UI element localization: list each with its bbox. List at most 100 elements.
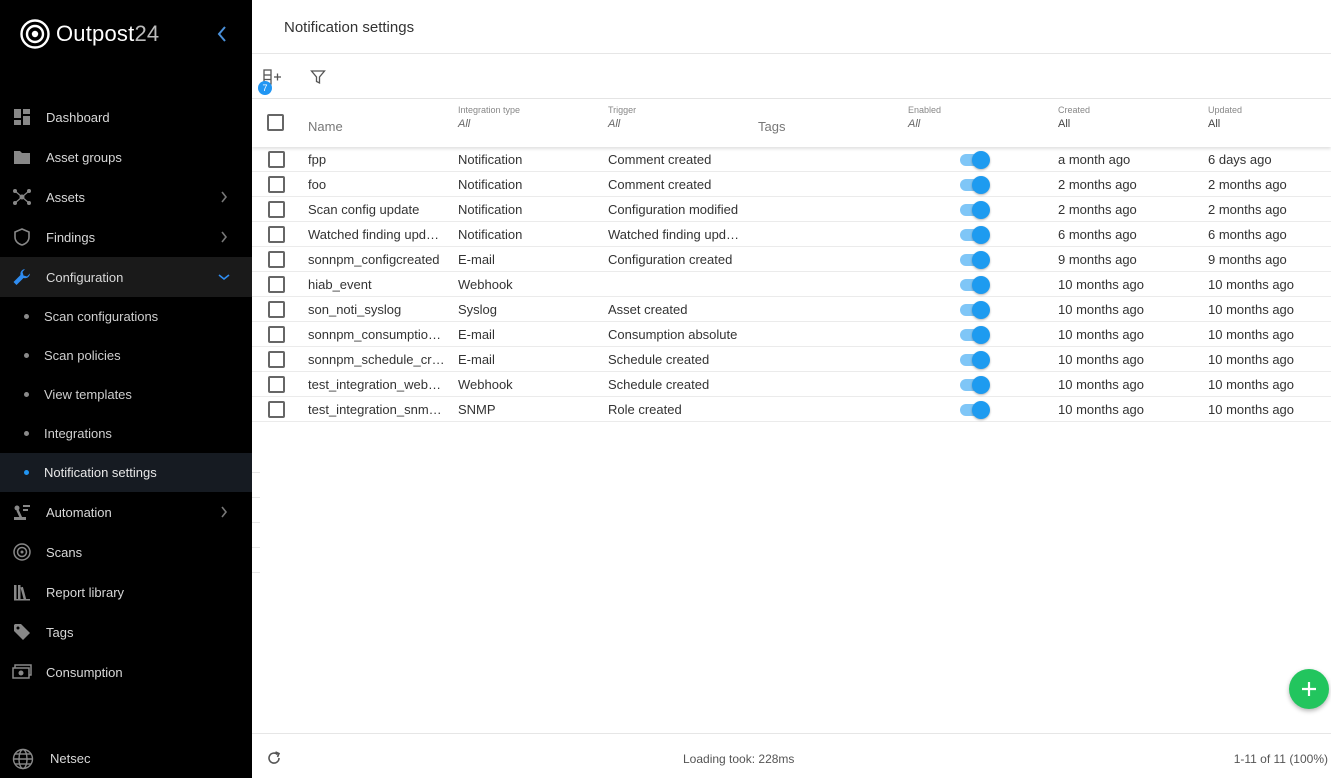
enabled-toggle[interactable] (960, 275, 990, 294)
bullet-icon (24, 314, 29, 319)
sidebar-subitem-scan-policies[interactable]: Scan policies (0, 336, 252, 375)
sidebar-item-findings[interactable]: Findings (0, 217, 252, 257)
sidebar-item-automation[interactable]: Automation (0, 492, 252, 532)
row-checkbox[interactable] (268, 176, 285, 193)
sidebar-subitem-scan-configurations[interactable]: Scan configurations (0, 297, 252, 336)
refresh-icon (268, 751, 281, 764)
enabled-toggle[interactable] (960, 150, 990, 169)
enabled-toggle[interactable] (960, 350, 990, 369)
column-header-trigger[interactable]: Trigger All (608, 105, 636, 130)
table-row[interactable]: sonnpm_configcreated E-mail Configuratio… (252, 247, 1331, 272)
cell-updated: 2 months ago (1208, 202, 1287, 217)
sidebar-item-label: Netsec (50, 750, 91, 766)
enabled-toggle[interactable] (960, 250, 990, 269)
cell-name: fpp (308, 152, 327, 167)
enabled-filter[interactable]: All (908, 118, 941, 130)
refresh-button[interactable] (265, 749, 283, 767)
enabled-toggle[interactable] (960, 300, 990, 319)
row-checkbox[interactable] (268, 401, 285, 418)
row-checkbox[interactable] (268, 276, 285, 293)
cell-created: 10 months ago (1058, 327, 1145, 342)
brand-logo[interactable]: Outpost24 (20, 18, 159, 50)
cell-name: test_integration_web… (308, 377, 441, 392)
sidebar-item-report-library[interactable]: Report library (0, 572, 252, 612)
sidebar-item-tags[interactable]: Tags (0, 612, 252, 652)
table-row[interactable]: fpp Notification Comment created a month… (252, 147, 1331, 172)
enabled-toggle[interactable] (960, 225, 990, 244)
row-checkbox[interactable] (268, 301, 285, 318)
enabled-toggle[interactable] (960, 325, 990, 344)
integration-type-filter[interactable]: All (458, 118, 520, 130)
column-header-integration-type[interactable]: Integration type All (458, 105, 520, 130)
table-row[interactable]: Scan config update Notification Configur… (252, 197, 1331, 222)
brand-name: Outpost24 (56, 21, 160, 46)
enabled-toggle[interactable] (960, 175, 990, 194)
chevron-down-icon (216, 269, 232, 285)
cell-trigger: Asset created (608, 302, 688, 317)
cell-integration-type: Webhook (458, 377, 513, 392)
created-filter[interactable]: All (1058, 118, 1090, 130)
trigger-filter[interactable]: All (608, 118, 636, 130)
table-row[interactable]: test_integration_web… Webhook Schedule c… (252, 372, 1331, 397)
sidebar-item-consumption[interactable]: Consumption (0, 652, 252, 692)
wrench-icon (12, 267, 32, 287)
cell-updated: 6 months ago (1208, 227, 1287, 242)
table-row[interactable]: sonnpm_schedule_cr… E-mail Schedule crea… (252, 347, 1331, 372)
column-header-updated[interactable]: Updated All (1208, 105, 1242, 130)
sidebar-subitem-notification-settings[interactable]: Notification settings (0, 453, 252, 492)
column-header-enabled[interactable]: Enabled All (908, 105, 941, 130)
cell-created: 10 months ago (1058, 352, 1145, 367)
enabled-toggle[interactable] (960, 200, 990, 219)
select-all-checkbox[interactable] (267, 114, 284, 131)
sidebar-item-dashboard[interactable]: Dashboard (0, 97, 252, 137)
table-row[interactable]: sonnpm_consumptio… E-mail Consumption ab… (252, 322, 1331, 347)
column-header-created[interactable]: Created All (1058, 105, 1090, 130)
cell-updated: 10 months ago (1208, 402, 1295, 417)
row-checkbox[interactable] (268, 226, 285, 243)
sidebar-item-netsec[interactable]: Netsec (0, 738, 252, 778)
column-header-tags[interactable]: Tags (758, 119, 785, 134)
sidebar-item-label: Tags (46, 624, 74, 640)
header: Notification settings (252, 0, 1331, 54)
cell-updated: 10 months ago (1208, 377, 1295, 392)
row-checkbox[interactable] (268, 151, 285, 168)
table-row[interactable]: hiab_event Webhook 10 months ago 10 mont… (252, 272, 1331, 297)
cell-created: 9 months ago (1058, 252, 1137, 267)
collapse-sidebar-button[interactable] (212, 24, 232, 44)
cell-updated: 10 months ago (1208, 327, 1295, 342)
sidebar-subitem-view-templates[interactable]: View templates (0, 375, 252, 414)
enabled-toggle[interactable] (960, 375, 990, 394)
sidebar-item-asset-groups[interactable]: Asset groups (0, 137, 252, 177)
table-row[interactable]: Watched finding upd… Notification Watche… (252, 222, 1331, 247)
cell-integration-type: E-mail (458, 327, 495, 342)
cell-integration-type: Notification (458, 202, 523, 217)
row-checkbox[interactable] (268, 251, 285, 268)
dashboard-icon (12, 107, 32, 127)
sidebar-item-scans[interactable]: Scans (0, 532, 252, 572)
sidebar-subitem-integrations[interactable]: Integrations (0, 414, 252, 453)
cell-created: 10 months ago (1058, 277, 1145, 292)
row-checkbox[interactable] (268, 326, 285, 343)
sidebar-item-assets[interactable]: Assets (0, 177, 252, 217)
money-icon (12, 662, 32, 682)
table-row[interactable]: test_integration_snm… SNMP Role created … (252, 397, 1331, 422)
cell-name: sonnpm_consumptio… (308, 327, 441, 342)
updated-filter[interactable]: All (1208, 118, 1242, 130)
add-notification-button[interactable] (1289, 669, 1329, 709)
enabled-toggle[interactable] (960, 400, 990, 419)
column-header-name[interactable]: Name (308, 119, 343, 134)
filter-button[interactable] (307, 66, 329, 88)
row-checkbox[interactable] (268, 201, 285, 218)
column-header-label: Updated (1208, 105, 1243, 115)
row-checkbox[interactable] (268, 351, 285, 368)
bullet-icon (24, 470, 29, 475)
sidebar-subitem-label: Scan policies (44, 348, 121, 363)
row-checkbox[interactable] (268, 376, 285, 393)
cell-created: 10 months ago (1058, 377, 1145, 392)
table-row[interactable]: son_noti_syslog Syslog Asset created 10 … (252, 297, 1331, 322)
cell-trigger: Role created (608, 402, 682, 417)
sidebar-item-label: Configuration (46, 269, 124, 285)
table-row[interactable]: foo Notification Comment created 2 month… (252, 172, 1331, 197)
sidebar-item-label: Assets (46, 189, 86, 205)
sidebar-item-configuration[interactable]: Configuration (0, 257, 252, 297)
